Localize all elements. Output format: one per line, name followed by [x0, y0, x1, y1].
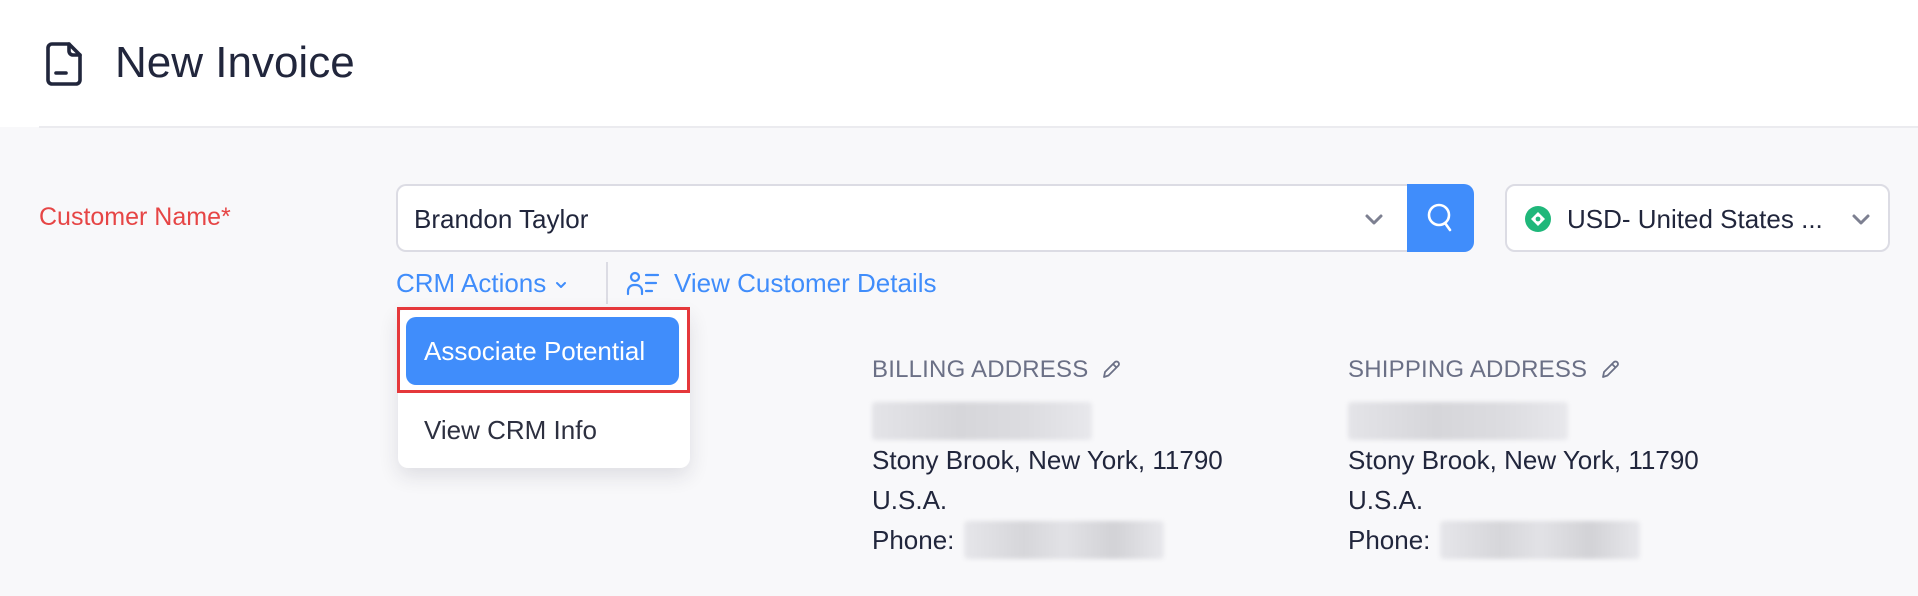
shipping-address-title: SHIPPING ADDRESS [1348, 356, 1588, 383]
highlight-box [397, 307, 690, 393]
redacted-address-line [872, 402, 1092, 440]
billing-country: U.S.A. [872, 485, 948, 515]
search-icon [1427, 203, 1452, 232]
customer-details-icon [626, 271, 660, 296]
page-title: New Invoice [115, 38, 355, 87]
page-header: New Invoice [0, 0, 1918, 127]
billing-address: BILLING ADDRESS Stony Brook, New York, 1… [872, 352, 1223, 560]
redacted-phone [964, 521, 1165, 559]
customer-name-value: Brandon Taylor [414, 204, 589, 234]
actions-divider [606, 262, 608, 304]
header-divider [39, 126, 1918, 128]
customer-search-button[interactable] [1407, 184, 1474, 252]
shipping-city-line: Stony Brook, New York, 11790 [1348, 445, 1699, 475]
currency-icon [1525, 206, 1551, 232]
shipping-country: U.S.A. [1348, 485, 1424, 515]
chevron-down-icon[interactable] [1848, 206, 1874, 232]
currency-select[interactable]: USD- United States ... [1505, 184, 1890, 252]
customer-name-label: Customer Name* [39, 203, 231, 231]
shipping-phone-label: Phone: [1348, 525, 1431, 555]
currency-value: USD- United States ... [1567, 204, 1823, 234]
edit-shipping-address-icon[interactable] [1599, 359, 1621, 381]
crm-actions-menu: Associate Potential View CRM Info [397, 307, 690, 468]
chevron-down-icon [556, 282, 567, 288]
chevron-down-icon[interactable] [1361, 206, 1387, 232]
billing-address-title: BILLING ADDRESS [872, 356, 1089, 383]
edit-billing-address-icon[interactable] [1100, 359, 1122, 381]
billing-city-line: Stony Brook, New York, 11790 [872, 445, 1223, 475]
redacted-address-line [1348, 402, 1568, 440]
redacted-phone [1440, 521, 1641, 559]
crm-actions-dropdown[interactable]: CRM Actions [396, 268, 568, 298]
document-icon [46, 42, 82, 86]
shipping-address: SHIPPING ADDRESS Stony Brook, New York, … [1348, 352, 1699, 560]
crm-actions-label: CRM Actions [396, 268, 547, 298]
billing-phone-label: Phone: [872, 525, 955, 555]
view-customer-details-label: View Customer Details [674, 268, 937, 298]
customer-name-select[interactable]: Brandon Taylor [396, 184, 1407, 252]
view-customer-details-link[interactable]: View Customer Details [626, 268, 937, 298]
menu-item-view-crm-info[interactable]: View CRM Info [406, 400, 679, 460]
